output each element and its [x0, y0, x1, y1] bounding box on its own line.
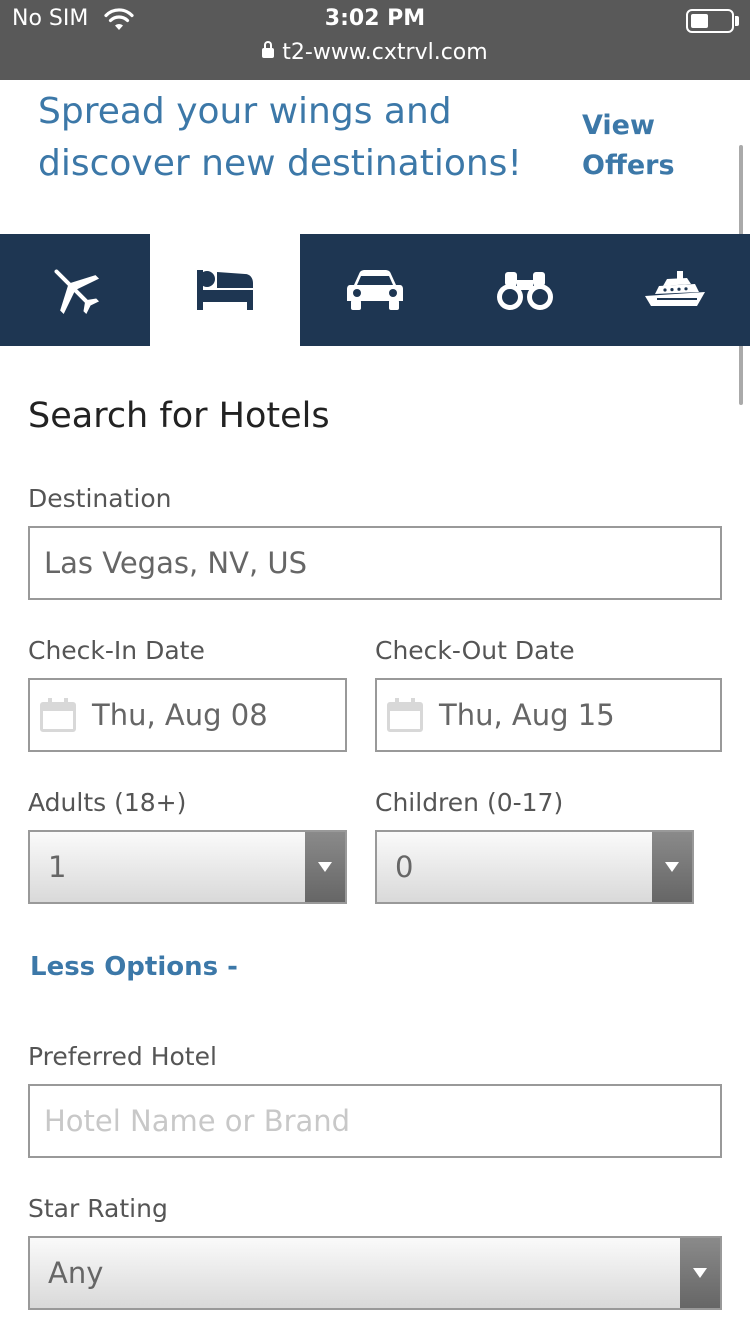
- tab-cruises[interactable]: [600, 234, 750, 346]
- cruise-ship-icon: [645, 271, 705, 306]
- airplane-icon: [54, 269, 100, 315]
- tab-cars[interactable]: [300, 234, 450, 346]
- bed-icon: [197, 270, 253, 310]
- check-in-value: Thu, Aug 08: [92, 698, 268, 732]
- adults-select[interactable]: 1: [28, 830, 347, 904]
- lock-icon: [262, 41, 275, 58]
- address-bar[interactable]: t2-www.cxtrvl.com: [0, 40, 750, 65]
- star-rating-select[interactable]: Any: [28, 1236, 722, 1310]
- check-in-label: Check-In Date: [28, 636, 205, 665]
- children-label: Children (0-17): [375, 788, 564, 817]
- less-options-link[interactable]: Less Options -: [30, 952, 238, 982]
- promo-headline: Spread your wings and discover new desti…: [38, 91, 522, 184]
- adults-label: Adults (18+): [28, 788, 187, 817]
- status-bar: No SIM 3:02 PM t2-www.cxtrvl.com: [0, 0, 750, 80]
- preferred-hotel-label: Preferred Hotel: [28, 1042, 217, 1071]
- destination-input[interactable]: Las Vegas, NV, US: [28, 526, 722, 600]
- children-select[interactable]: 0: [375, 830, 694, 904]
- preferred-hotel-placeholder: Hotel Name or Brand: [44, 1104, 351, 1138]
- view-offers-link[interactable]: View Offers: [582, 106, 692, 186]
- destination-value: Las Vegas, NV, US: [44, 546, 308, 580]
- tab-flights[interactable]: [0, 234, 150, 346]
- calendar-icon: [40, 698, 76, 732]
- check-in-input[interactable]: Thu, Aug 08: [28, 678, 347, 752]
- tab-hotels[interactable]: [150, 234, 300, 346]
- product-tab-bar: [0, 234, 750, 346]
- adults-value: 1: [48, 850, 67, 884]
- preferred-hotel-input[interactable]: Hotel Name or Brand: [28, 1084, 722, 1158]
- binoculars-icon: [497, 272, 553, 310]
- url-text: t2-www.cxtrvl.com: [282, 40, 488, 65]
- battery-nub: [735, 16, 739, 26]
- dropdown-arrow-icon: [680, 1238, 720, 1308]
- destination-label: Destination: [28, 484, 172, 513]
- check-out-input[interactable]: Thu, Aug 15: [375, 678, 722, 752]
- tab-activities[interactable]: [450, 234, 600, 346]
- check-out-value: Thu, Aug 15: [439, 698, 615, 732]
- children-value: 0: [395, 850, 414, 884]
- check-out-label: Check-Out Date: [375, 636, 575, 665]
- calendar-icon: [387, 698, 423, 732]
- car-icon: [347, 270, 403, 310]
- dropdown-arrow-icon: [305, 832, 345, 902]
- star-rating-label: Star Rating: [28, 1194, 168, 1223]
- battery-icon: [686, 9, 734, 33]
- star-rating-value: Any: [48, 1256, 104, 1290]
- page-title: Search for Hotels: [28, 396, 330, 436]
- clock: 3:02 PM: [324, 6, 426, 31]
- dropdown-arrow-icon: [652, 832, 692, 902]
